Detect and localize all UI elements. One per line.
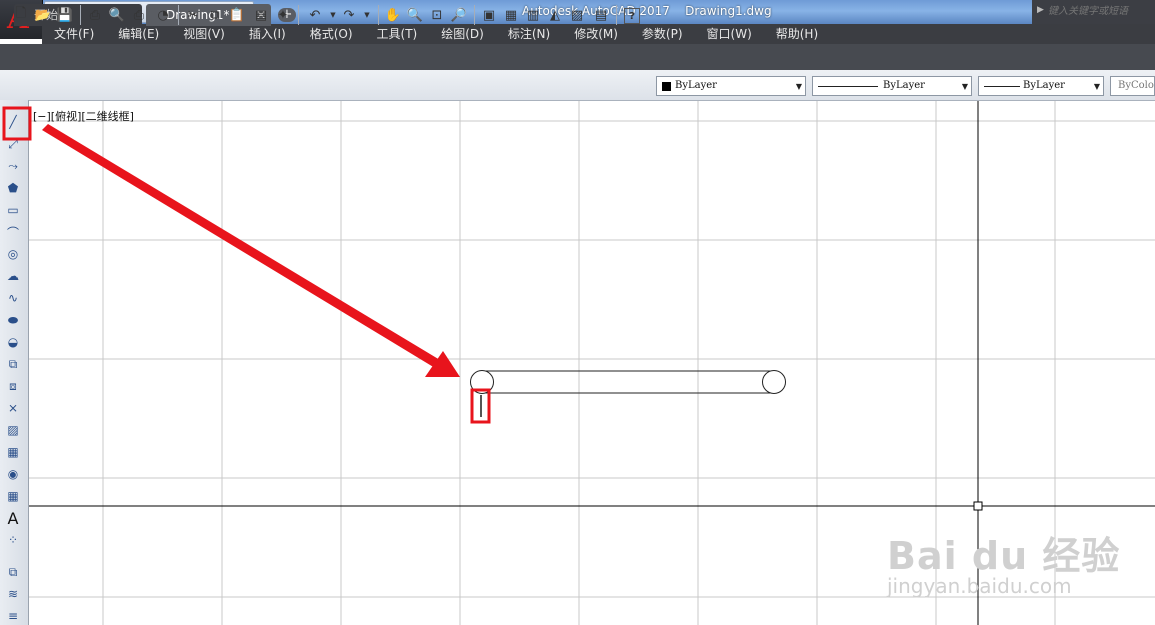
search-box: ▶	[1032, 0, 1155, 24]
layer-stack-icon[interactable]: ≋	[4, 585, 22, 603]
menu-bar: 文件(F) 编辑(E) 视图(V) 插入(I) 格式(O) 工具(T) 绘图(D…	[42, 24, 1155, 44]
linetype-dropdown[interactable]: ByLayer ▼	[812, 76, 972, 96]
file-tab-bar	[0, 44, 1155, 70]
color-swatch	[662, 82, 671, 91]
toolbar-separator	[474, 5, 475, 25]
sheet-set-icon[interactable]: ◭	[546, 6, 564, 24]
design-center-icon[interactable]: ▦	[502, 6, 520, 24]
toolbar-separator	[80, 5, 81, 25]
menu-insert[interactable]: 插入(I)	[237, 24, 298, 44]
zoom-window-icon[interactable]: ⊡	[428, 6, 446, 24]
menu-view[interactable]: 视图(V)	[171, 24, 237, 44]
chevron-down-icon: ▼	[961, 82, 968, 91]
zoom-previous-icon[interactable]: 🔎	[450, 6, 468, 24]
crosshair-pickbox	[973, 501, 983, 511]
region-icon[interactable]: ◉	[4, 465, 22, 483]
menu-edit[interactable]: 编辑(E)	[106, 24, 171, 44]
match-properties-icon[interactable]: ▤	[252, 6, 270, 24]
open-folder-icon[interactable]: 📂	[34, 6, 52, 24]
publish-icon[interactable]: ⎙	[130, 6, 148, 24]
search-input[interactable]	[1046, 3, 1155, 20]
menu-format[interactable]: 格式(O)	[298, 24, 365, 44]
tool-palettes-icon[interactable]: ▥	[524, 6, 542, 24]
cut-icon[interactable]: ✂	[184, 6, 202, 24]
gradient-icon[interactable]: ▦	[4, 443, 22, 461]
baidu-watermark-logo: Bai du 经验	[887, 534, 1121, 578]
toolbar-separator	[616, 5, 617, 25]
chevron-down-icon: ▼	[795, 82, 802, 91]
pan-hand-icon[interactable]: ✋	[384, 6, 402, 24]
plotstyle-dropdown[interactable]: ByColo	[1110, 76, 1155, 96]
menu-help[interactable]: 帮助(H)	[764, 24, 830, 44]
lineweight-preview	[984, 86, 1020, 87]
undo-icon[interactable]: ↶	[306, 6, 324, 24]
new-file-icon[interactable]: 🗋	[12, 6, 30, 24]
color-dropdown[interactable]: ByLayer ▼	[656, 76, 806, 96]
menu-dimension[interactable]: 标注(N)	[496, 24, 562, 44]
copy-icon[interactable]: ⧉	[206, 6, 224, 24]
menu-modify[interactable]: 修改(M)	[562, 24, 630, 44]
menu-window[interactable]: 窗口(W)	[695, 24, 764, 44]
redo-dropdown-icon[interactable]: ▼	[358, 6, 376, 24]
layer-tool-icon[interactable]: ⧉	[4, 563, 22, 581]
layer-state-icon[interactable]: ≡	[4, 607, 22, 625]
menu-file[interactable]: 文件(F)	[42, 24, 106, 44]
linetype-preview	[818, 86, 878, 87]
print-icon[interactable]: ⎙	[86, 6, 104, 24]
add-selected-icon[interactable]: ⁘	[4, 531, 22, 549]
paste-icon[interactable]: 📋	[228, 6, 246, 24]
3d-print-icon[interactable]: ◔	[154, 6, 172, 24]
markup-set-icon[interactable]: ▨	[568, 6, 586, 24]
baidu-watermark-url: jingyan.baidu.com	[887, 574, 1072, 598]
menu-draw[interactable]: 绘图(D)	[429, 24, 496, 44]
point-icon[interactable]: ⨯	[4, 399, 22, 417]
annotation-overlay	[2, 106, 460, 377]
toolbar-separator	[298, 5, 299, 25]
zoom-realtime-icon[interactable]: 🔍	[406, 6, 424, 24]
toolbar-separator	[178, 5, 179, 25]
expand-arrow-icon[interactable]: ▶	[1037, 5, 1044, 15]
properties-icon[interactable]: ▣	[480, 6, 498, 24]
table-icon[interactable]: ▦	[4, 487, 22, 505]
save-icon[interactable]: 💾	[56, 6, 74, 24]
pointer-arrow-shaft	[42, 124, 440, 368]
redo-icon[interactable]: ↷	[340, 6, 358, 24]
lineweight-dropdown[interactable]: ByLayer ▼	[978, 76, 1104, 96]
hatch-icon[interactable]: ▨	[4, 421, 22, 439]
highlight-box-line-tool	[2, 106, 32, 141]
slot-shape[interactable]	[470, 370, 786, 394]
text-icon[interactable]: A	[4, 509, 22, 528]
help-icon[interactable]: ?	[624, 8, 640, 24]
menu-parametric[interactable]: 参数(P)	[630, 24, 695, 44]
print-preview-icon[interactable]: 🔍	[108, 6, 126, 24]
block-editor-icon[interactable]: ✦	[274, 6, 292, 24]
chevron-down-icon: ▼	[1093, 82, 1100, 91]
calculator-icon[interactable]: ▤	[592, 6, 610, 24]
menu-tools[interactable]: 工具(T)	[365, 24, 430, 44]
toolbar-separator	[378, 5, 379, 25]
